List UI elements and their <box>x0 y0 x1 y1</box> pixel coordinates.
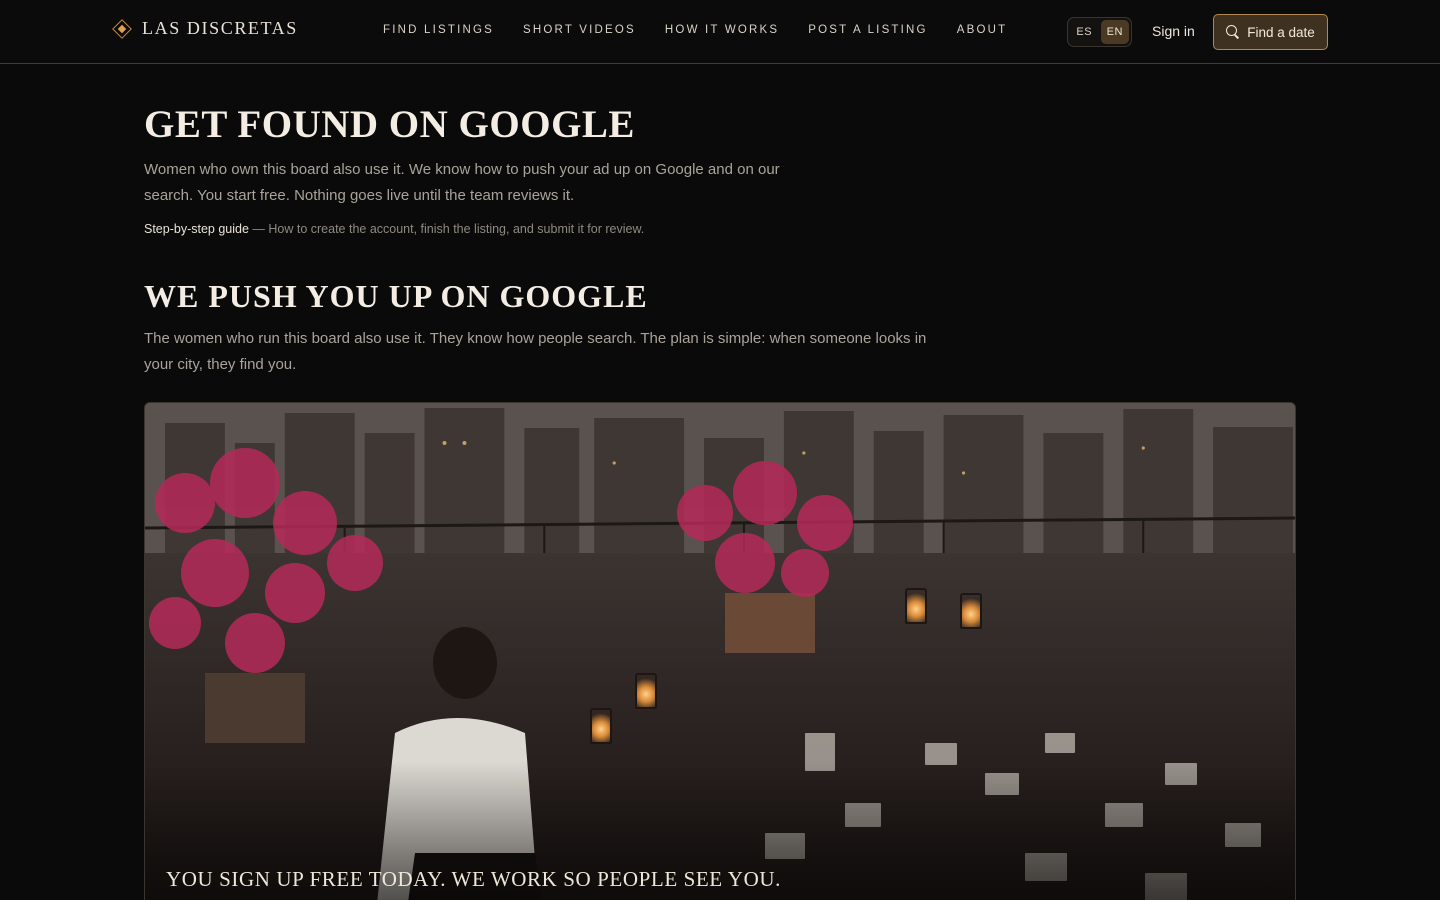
nav-find-listings[interactable]: FIND LISTINGS <box>383 24 494 36</box>
diamond-logo-icon <box>112 18 132 39</box>
brand-name: LAS DISCRETAS <box>142 18 298 38</box>
lantern <box>960 593 982 629</box>
step-by-step-guide-link[interactable]: Step-by-step guide <box>144 222 249 236</box>
find-a-date-label: Find a date <box>1247 24 1315 40</box>
hero-image: You sign up free today. We work so peopl… <box>144 402 1296 900</box>
nav-about[interactable]: ABOUT <box>957 24 1008 36</box>
lantern <box>635 673 657 709</box>
lantern <box>905 588 927 624</box>
sign-in-link[interactable]: Sign in <box>1152 23 1195 39</box>
site-header: LAS DISCRETAS FIND LISTINGS SHORT VIDEOS… <box>0 0 1440 64</box>
bougainvillea-middle <box>677 461 853 653</box>
nav-post-listing[interactable]: POST A LISTING <box>808 24 927 36</box>
main-nav: FIND LISTINGS SHORT VIDEOS HOW IT WORKS … <box>383 24 1007 36</box>
brand[interactable]: LAS DISCRETAS <box>112 18 298 39</box>
intro-text: Women who own this board also use it. We… <box>144 161 780 204</box>
guide-line: Step-by-step guide — How to create the a… <box>144 222 644 236</box>
nav-how-it-works[interactable]: HOW IT WORKS <box>665 24 779 36</box>
section-title: We push you up on Google <box>144 278 648 314</box>
lang-en[interactable]: EN <box>1100 20 1129 44</box>
nav-short-videos[interactable]: SHORT VIDEOS <box>523 24 636 36</box>
section-text: The women who run this board also use it… <box>144 330 927 373</box>
guide-description: — How to create the account, finish the … <box>248 222 645 236</box>
hero-caption: You sign up free today. We work so peopl… <box>166 867 781 891</box>
lang-es[interactable]: ES <box>1070 20 1099 44</box>
language-switcher: ES EN <box>1067 17 1132 47</box>
find-a-date-button[interactable]: Find a date <box>1213 14 1328 50</box>
search-icon <box>1226 25 1240 39</box>
page-title: Get found on Google <box>144 103 635 146</box>
lantern <box>590 708 612 744</box>
